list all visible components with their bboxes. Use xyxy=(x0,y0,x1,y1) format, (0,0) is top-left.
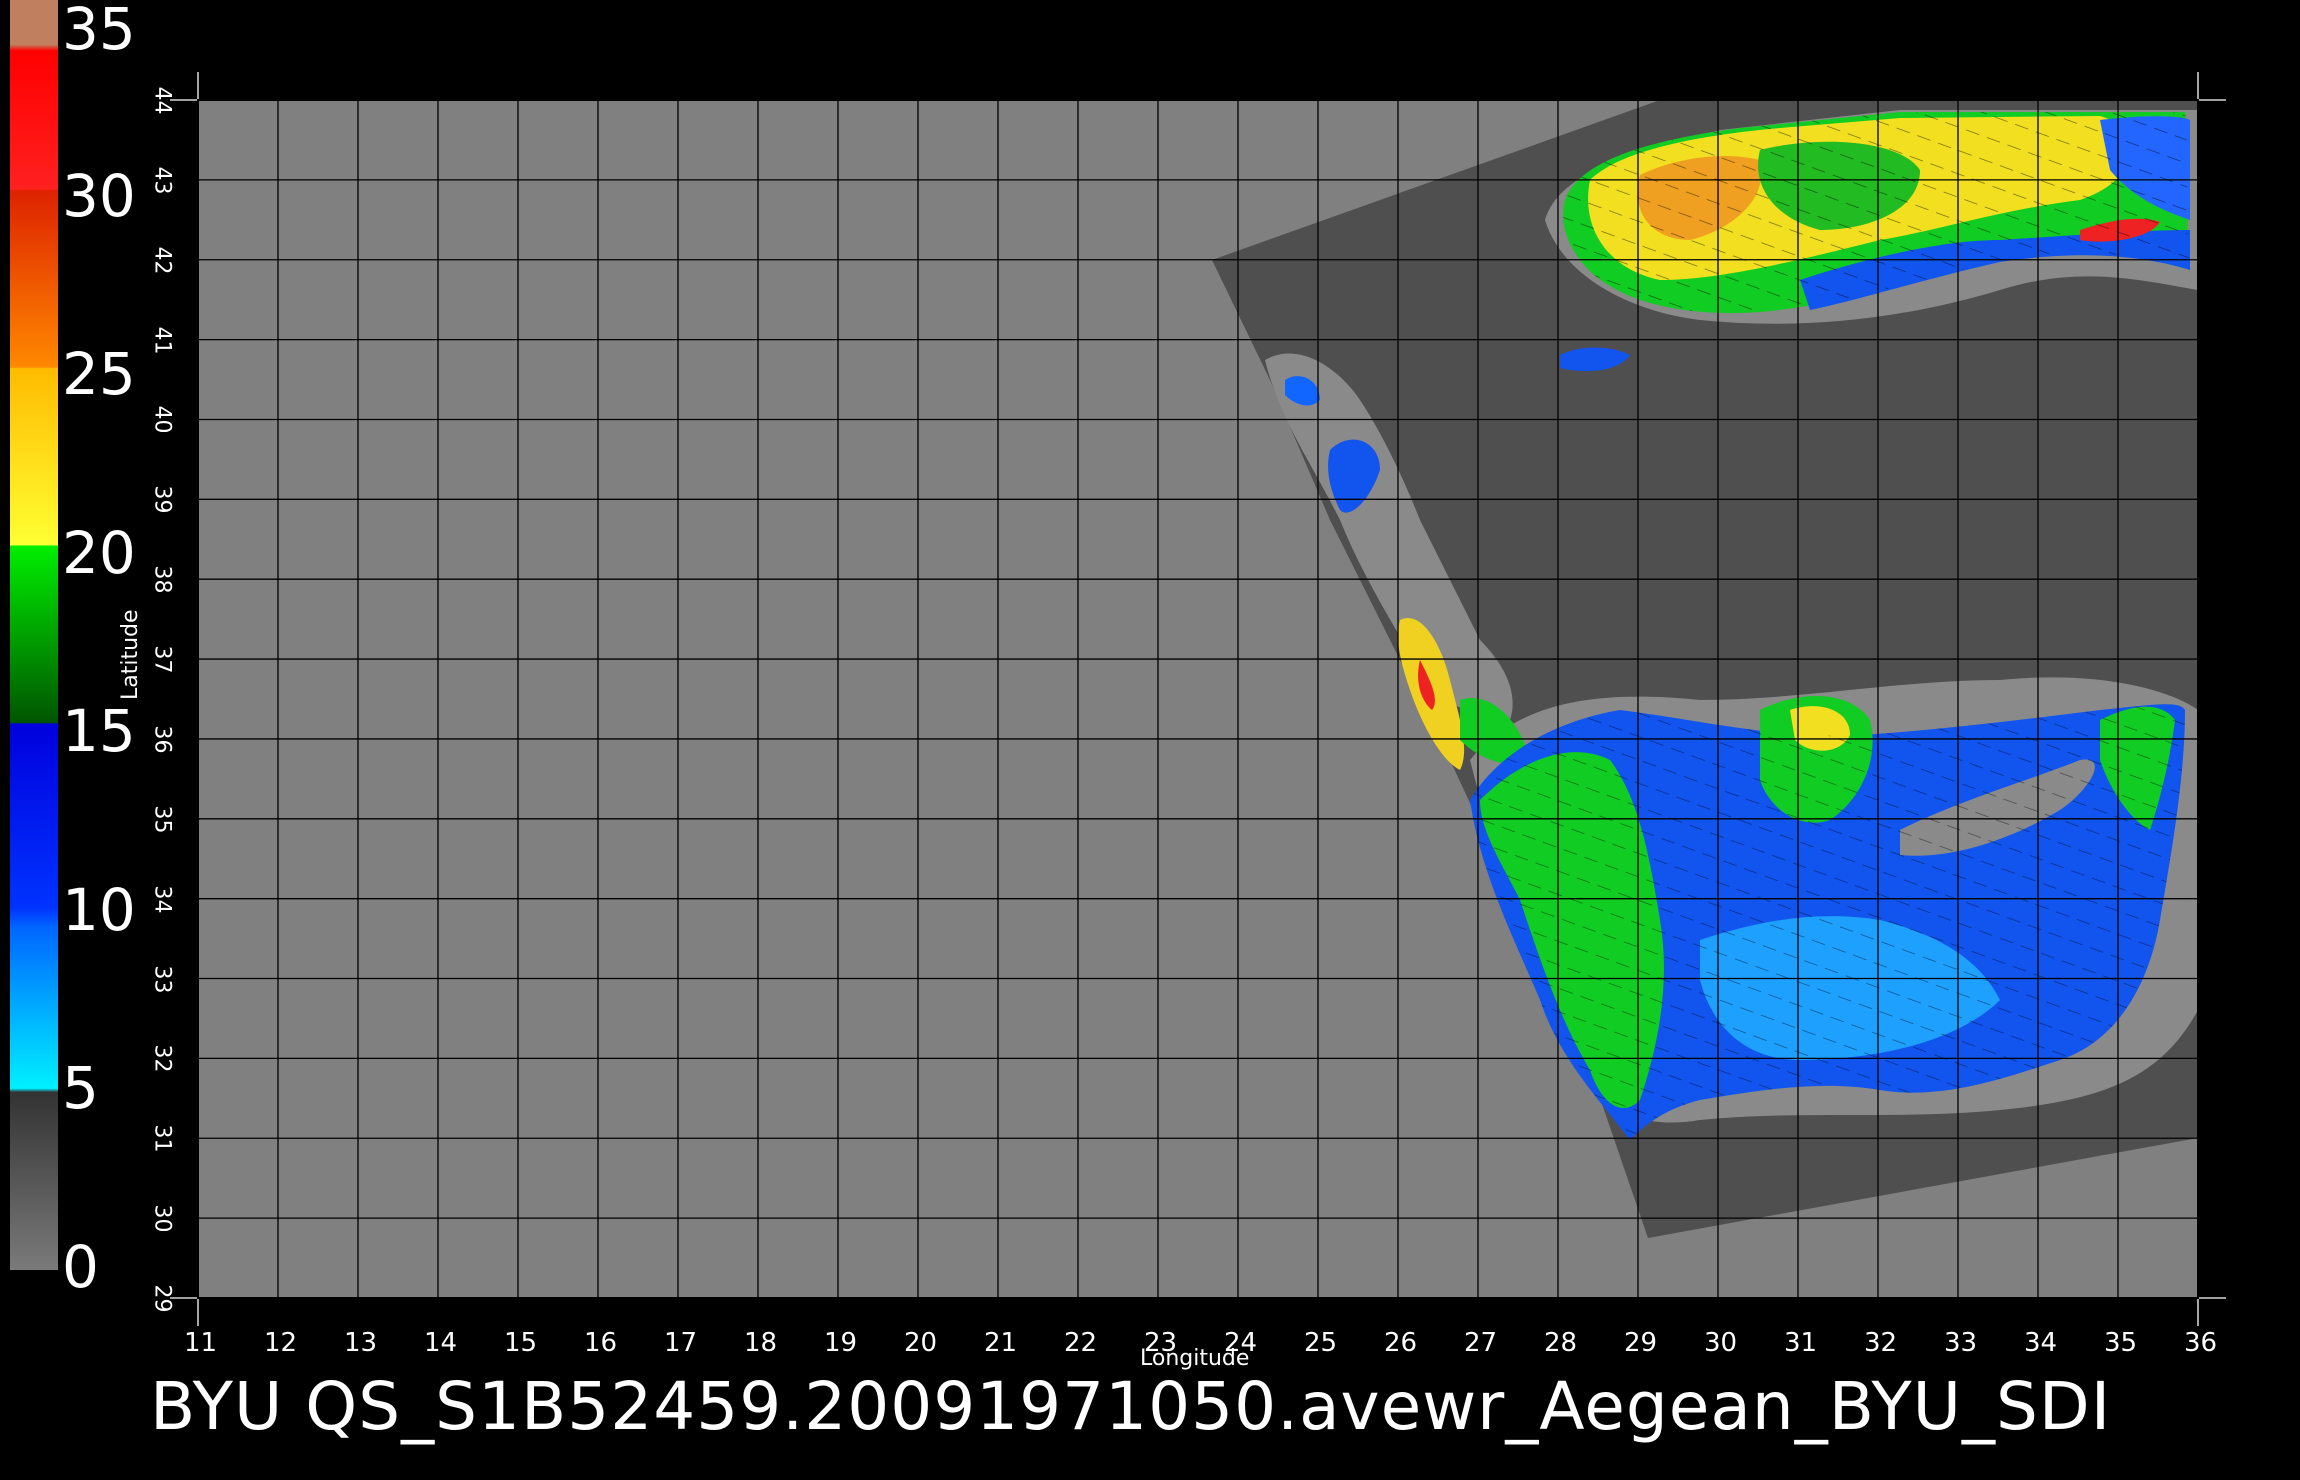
x-tick-label: 20 xyxy=(904,1328,938,1358)
colorbar-tick-label: 10 xyxy=(62,875,136,944)
y-tick-label: 30 xyxy=(149,1204,175,1233)
y-tick-label: 40 xyxy=(149,405,175,434)
x-tick-label: 11 xyxy=(184,1328,218,1358)
x-tick-label: 22 xyxy=(1064,1328,1098,1358)
x-tick-label: 31 xyxy=(1784,1328,1818,1358)
x-tick-label: 21 xyxy=(984,1328,1018,1358)
product-filename-title: BYU QS_S1B52459.20091971050.avewr_Aegean… xyxy=(150,1368,2112,1445)
y-tick-label: 39 xyxy=(149,485,175,514)
x-tick-label: 18 xyxy=(744,1328,778,1358)
y-tick-label: 36 xyxy=(149,725,175,754)
x-tick-label: 32 xyxy=(1864,1328,1898,1358)
wind-map xyxy=(10,0,2226,1326)
x-tick-label: 26 xyxy=(1384,1328,1418,1358)
x-tick-label: 12 xyxy=(264,1328,298,1358)
colorbar-tick-label: 30 xyxy=(62,161,136,230)
colorbar xyxy=(10,0,58,1270)
x-tick-label: 19 xyxy=(824,1328,858,1358)
y-tick-label: 41 xyxy=(149,326,175,355)
x-tick-label: 36 xyxy=(2184,1328,2218,1358)
y-tick-label: 32 xyxy=(149,1044,175,1073)
y-tick-label: 31 xyxy=(149,1124,175,1153)
x-tick-label: 34 xyxy=(2024,1328,2058,1358)
x-tick-label: 14 xyxy=(424,1328,458,1358)
x-tick-label: 27 xyxy=(1464,1328,1498,1358)
y-tick-label: 42 xyxy=(149,246,175,275)
colorbar-tick-label: 5 xyxy=(62,1054,99,1123)
x-tick-label: 29 xyxy=(1624,1328,1658,1358)
y-tick-label: 43 xyxy=(149,166,175,195)
x-tick-label: 30 xyxy=(1704,1328,1738,1358)
y-tick-label: 37 xyxy=(149,645,175,674)
colorbar-tick-label: 25 xyxy=(62,340,136,409)
y-tick-label: 29 xyxy=(149,1284,175,1313)
colorbar-tick-label: 35 xyxy=(62,0,136,63)
x-tick-label: 15 xyxy=(504,1328,538,1358)
y-axis-title: Latitude xyxy=(118,609,143,700)
y-tick-label: 38 xyxy=(149,565,175,594)
colorbar-tick-label: 0 xyxy=(62,1233,99,1301)
y-tick-label: 35 xyxy=(149,805,175,834)
y-tick-label: 44 xyxy=(149,86,175,115)
colorbar-tick-label: 20 xyxy=(62,518,136,587)
x-tick-label: 35 xyxy=(2104,1328,2138,1358)
x-tick-label: 16 xyxy=(584,1328,618,1358)
x-tick-label: 13 xyxy=(344,1328,378,1358)
y-tick-label: 33 xyxy=(149,965,175,994)
x-tick-label: 28 xyxy=(1544,1328,1578,1358)
colorbar-tick-label: 15 xyxy=(62,697,136,766)
x-tick-label: 25 xyxy=(1304,1328,1338,1358)
x-tick-label: 17 xyxy=(664,1328,698,1358)
y-tick-label: 34 xyxy=(149,885,175,914)
x-tick-label: 33 xyxy=(1944,1328,1978,1358)
